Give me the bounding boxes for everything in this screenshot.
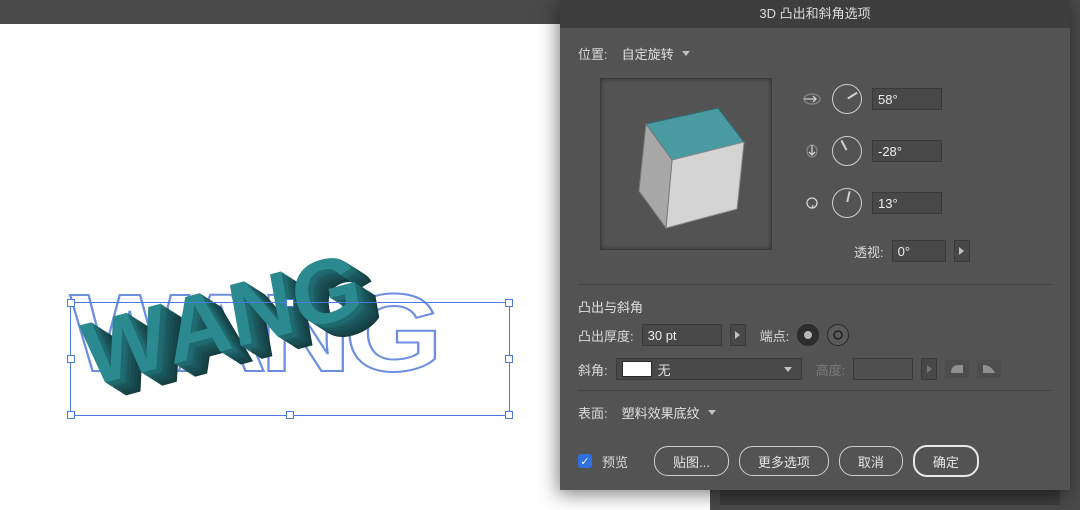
resize-handle[interactable] [286,411,294,419]
extrude-depth-field[interactable]: 30 pt [642,324,722,346]
position-dropdown[interactable]: 自定旋转 [616,42,700,64]
bevel-swatch [622,361,652,377]
resize-handle[interactable] [505,411,513,419]
extrude-depth-stepper[interactable] [730,324,746,346]
rotation-controls: 58° -28° 13° [802,78,970,262]
resize-handle[interactable] [505,355,513,363]
separator [578,284,1052,285]
more-options-button[interactable]: 更多选项 [739,446,829,476]
rotate-x-dial[interactable] [832,84,862,114]
resize-handle[interactable] [286,299,294,307]
rotate-y-dial[interactable] [832,136,862,166]
dialog-3d-extrude-bevel: 3D 凸出和斜角选项 位置: 自定旋转 58° [560,0,1070,490]
chevron-right-icon [927,365,932,373]
chevron-right-icon [959,247,964,255]
cap-label: 端点: [760,326,790,345]
perspective-stepper[interactable] [954,240,970,262]
bevel-height-stepper [921,358,937,380]
position-dropdown-value: 自定旋转 [622,44,674,63]
resize-handle[interactable] [67,411,75,419]
perspective-value: 0° [898,244,910,259]
resize-handle[interactable] [67,299,75,307]
bevel-in-icon[interactable] [945,360,969,378]
cap-solid-icon [802,329,814,341]
rotate-y-value: -28° [878,144,902,159]
rotate-x-icon [802,92,822,106]
dialog-title: 3D 凸出和斜角选项 [560,0,1070,28]
chevron-down-icon [682,51,690,56]
bevel-out-shape-icon [981,363,997,375]
extrude-depth-value: 30 pt [648,328,677,343]
separator [578,390,1052,391]
resize-handle[interactable] [67,355,75,363]
perspective-label: 透视: [854,242,884,261]
ok-button[interactable]: 确定 [913,445,979,477]
perspective-field[interactable]: 0° [892,240,946,262]
surface-dropdown-value: 塑料效果底纹 [622,403,700,422]
extrude-section-title: 凸出与斜角 [560,289,1070,318]
cap-off-button[interactable] [827,324,849,346]
preview-checkbox[interactable]: ✓ [578,454,592,468]
preview-checkbox-label: 预览 [602,452,628,471]
cancel-button[interactable]: 取消 [839,446,903,476]
rotate-z-icon [802,196,822,210]
bevel-value: 无 [658,360,671,379]
selection-bounding-box[interactable] [70,302,510,416]
chevron-right-icon [735,331,740,339]
bevel-label: 斜角: [578,360,608,379]
surface-dropdown[interactable]: 塑料效果底纹 [616,401,726,423]
rotate-y-field[interactable]: -28° [872,140,942,162]
cube-icon [619,93,753,237]
rotate-z-value: 13° [878,196,898,211]
rotate-z-field[interactable]: 13° [872,192,942,214]
chevron-down-icon [708,410,716,415]
extrude-depth-label: 凸出厚度: [578,326,634,345]
rotation-cube-preview[interactable] [600,78,772,250]
map-art-button[interactable]: 贴图... [654,446,729,476]
rotate-z-dial[interactable] [832,188,862,218]
bevel-height-label: 高度: [816,360,846,379]
position-label: 位置: [578,44,608,63]
chevron-down-icon [784,367,792,372]
bevel-out-icon[interactable] [977,360,1001,378]
bevel-in-shape-icon [949,363,965,375]
cap-hollow-icon [832,329,844,341]
surface-label: 表面: [578,403,608,422]
bevel-height-field [853,358,913,380]
rotate-y-icon [802,144,822,158]
resize-handle[interactable] [505,299,513,307]
rotate-x-value: 58° [878,92,898,107]
bevel-dropdown[interactable]: 无 [616,358,802,380]
cap-on-button[interactable] [797,324,819,346]
rotate-x-field[interactable]: 58° [872,88,942,110]
